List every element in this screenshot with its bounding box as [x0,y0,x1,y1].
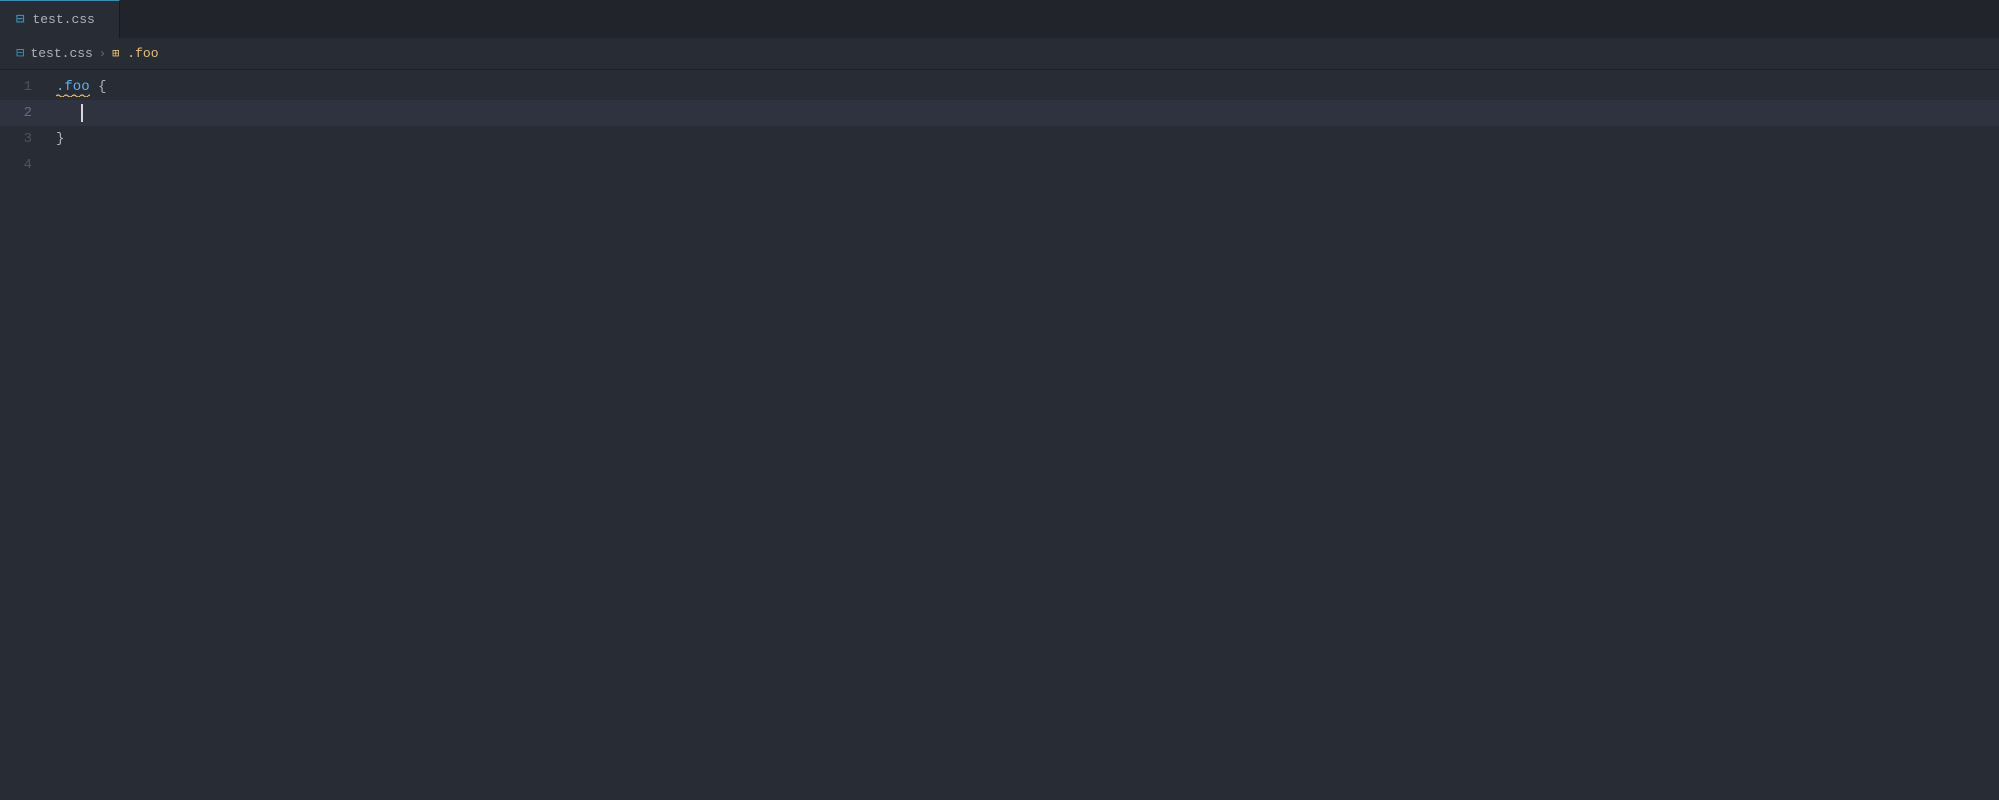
breadcrumb-selector-label[interactable]: .foo [127,46,158,61]
text-cursor [81,104,83,122]
selector-foo: .foo [56,79,90,95]
line-content-1: .foo { [48,79,106,95]
breadcrumb-file-icon: ⊟ [16,45,24,62]
line-number-2: 2 [0,105,48,121]
css-file-icon: ⊟ [16,11,24,28]
line-number-1: 1 [0,79,48,95]
tab-label: test.css [32,12,94,27]
editor-line-1[interactable]: 1 .foo { [0,74,1999,100]
editor-line-4[interactable]: 4 [0,152,1999,178]
token-space-brace: { [90,79,107,95]
editor-line-3[interactable]: 3 } [0,126,1999,152]
line-number-4: 4 [0,157,48,173]
tab-bar: ⊟ test.css [0,0,1999,38]
indent-space [56,105,80,121]
tab-test-css[interactable]: ⊟ test.css [0,0,120,38]
editor-area: 1 .foo { 2 3 } 4 [0,70,1999,178]
breadcrumb-separator: › [99,47,106,61]
line-number-3: 3 [0,131,48,147]
line-content-3: } [48,131,64,147]
token-class-name: foo [64,79,89,95]
breadcrumb-selector-icon: ⊞ [112,46,119,61]
editor-line-2[interactable]: 2 [0,100,1999,126]
breadcrumb-bar: ⊟ test.css › ⊞ .foo [0,38,1999,70]
line-content-2 [48,104,83,122]
breadcrumb-file-label[interactable]: test.css [30,46,92,61]
token-closing-brace: } [56,131,64,147]
